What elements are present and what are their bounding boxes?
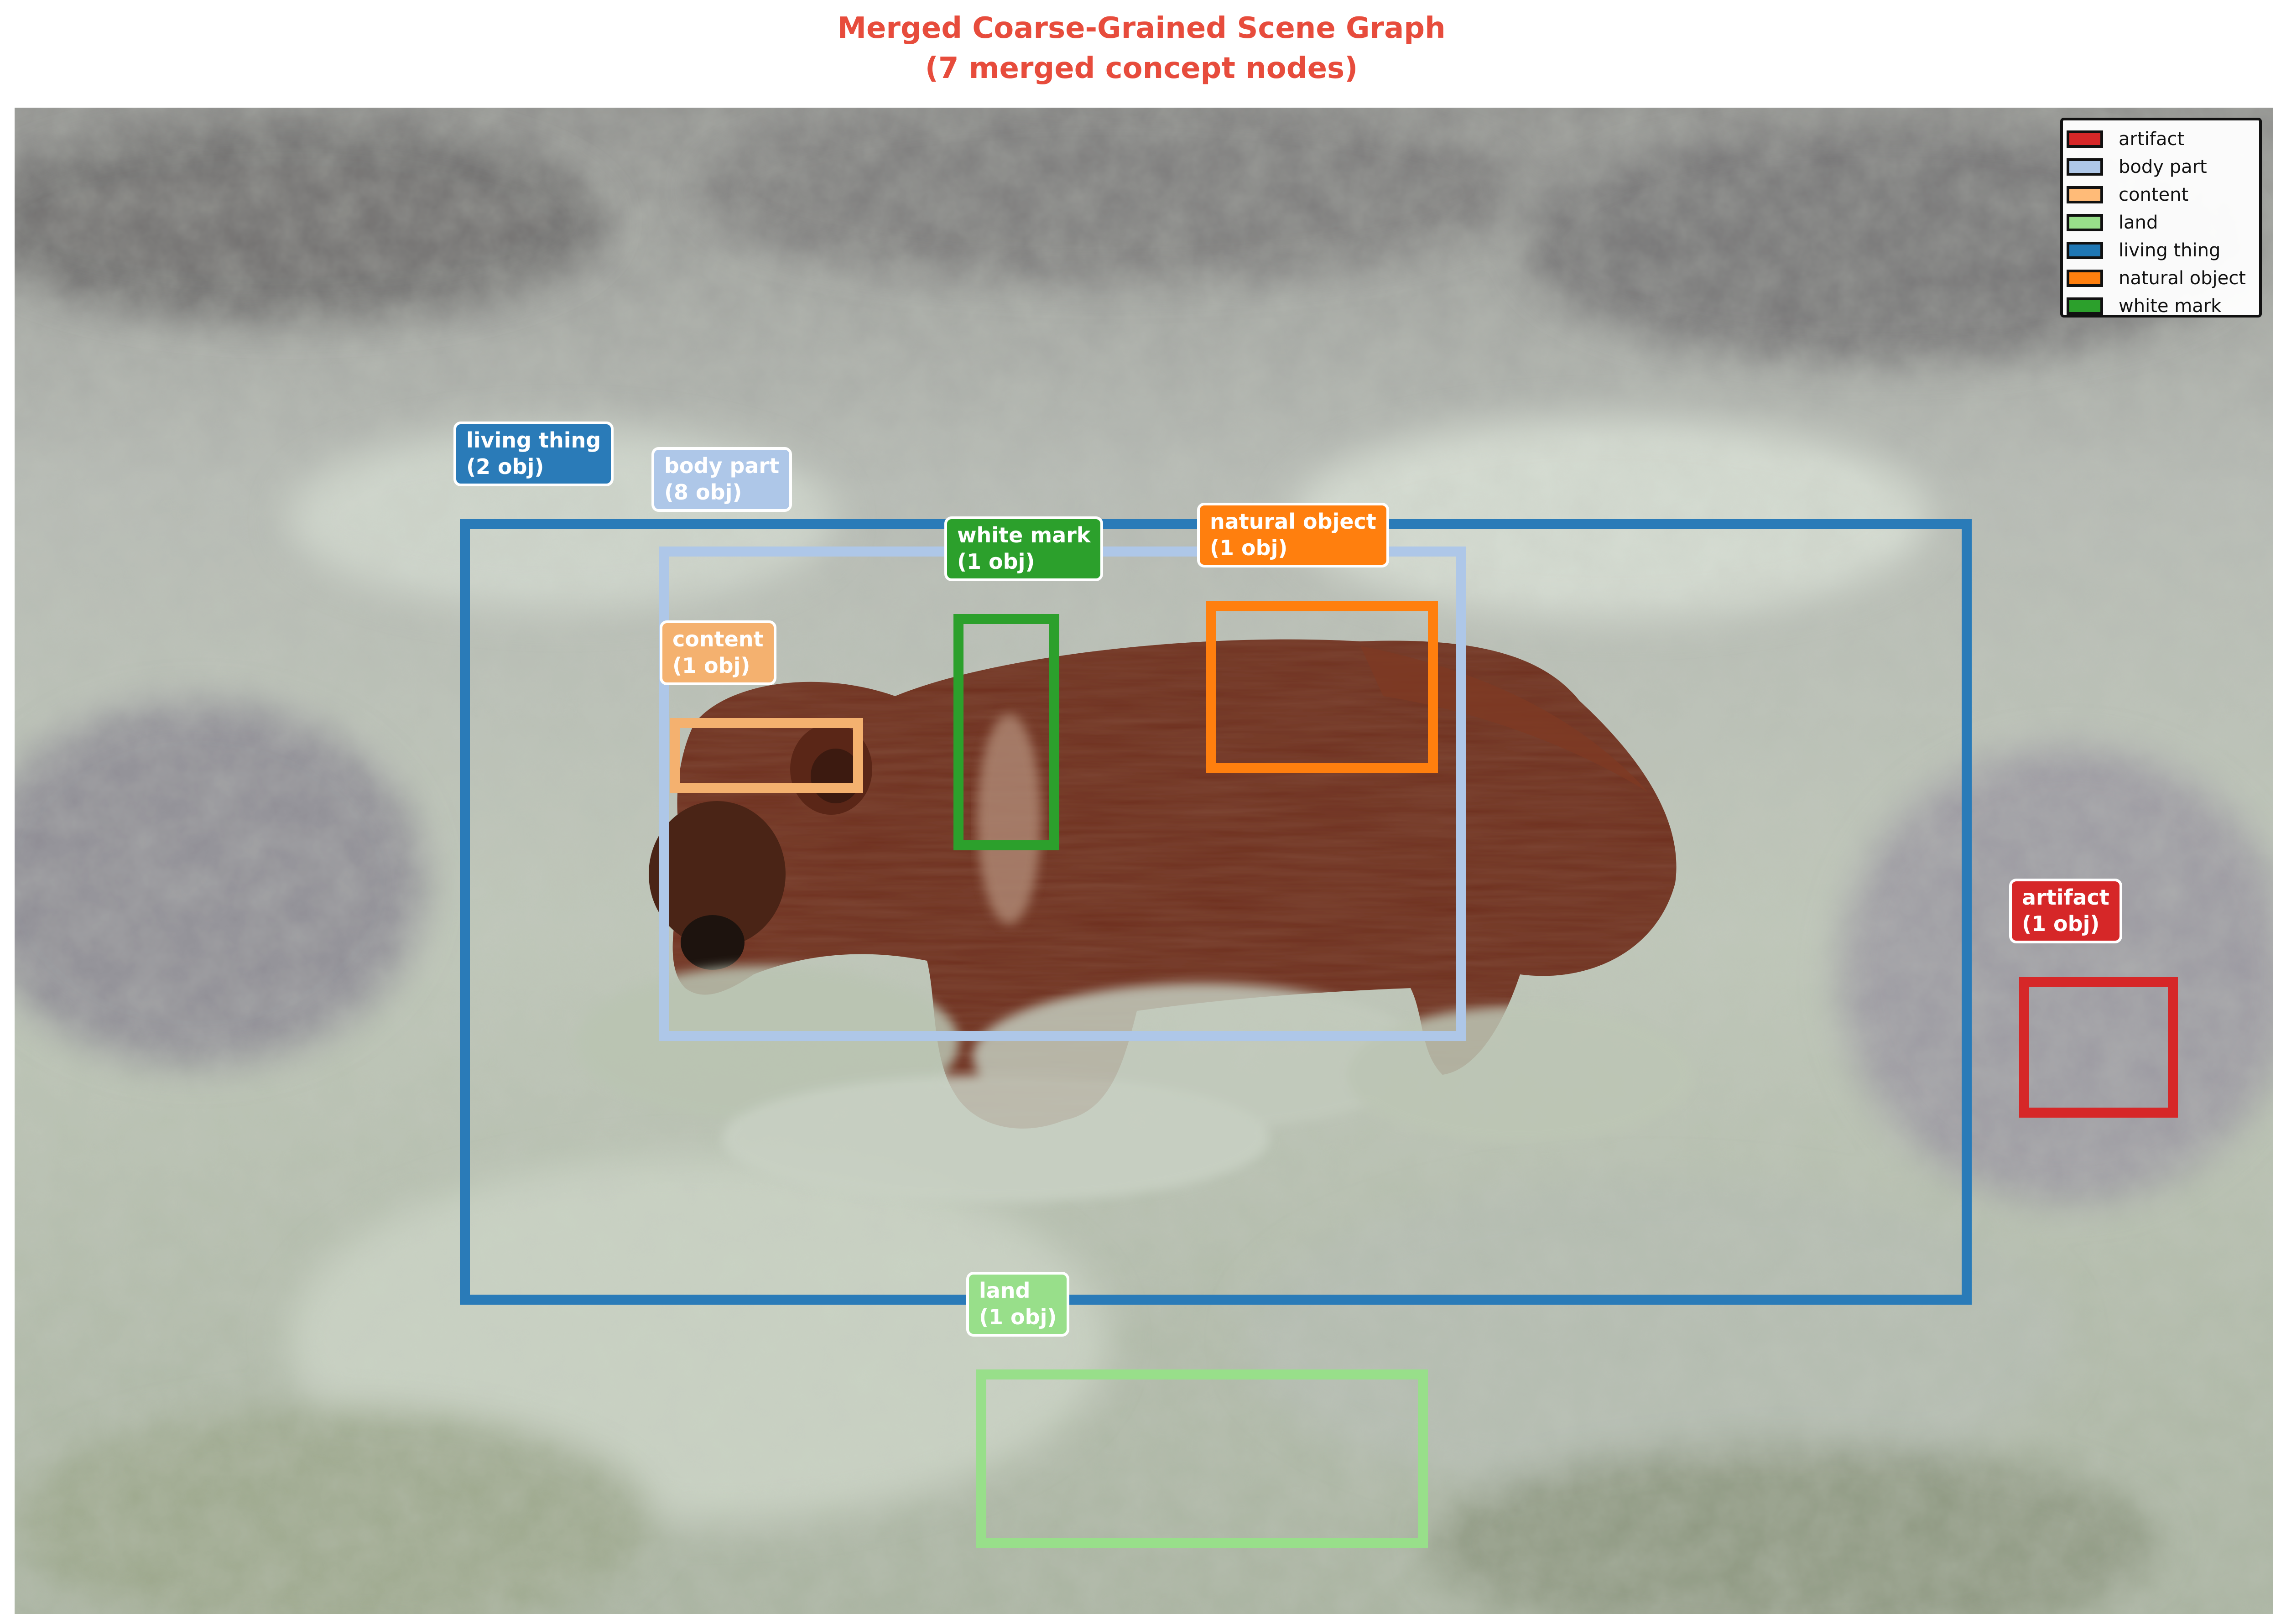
legend-item-natural-object: natural object (2067, 264, 2259, 292)
legend-swatch (2067, 214, 2103, 231)
artifact-label: artifact (1 obj) (2009, 879, 2122, 943)
label-count: (1 obj) (672, 652, 764, 679)
legend-swatch (2067, 297, 2103, 315)
legend-swatch (2067, 130, 2103, 148)
body-part-label: body part (8 obj) (651, 447, 792, 512)
label-count: (1 obj) (2022, 911, 2109, 937)
label-name: land (979, 1277, 1057, 1304)
legend-label: natural object (2119, 268, 2246, 289)
legend-swatch (2067, 158, 2103, 176)
content-label: content (1 obj) (660, 620, 776, 685)
white-mark-label: white mark (1 obj) (944, 516, 1103, 581)
label-count: (1 obj) (979, 1304, 1057, 1330)
legend-item-body-part: body part (2067, 153, 2259, 181)
legend-item-artifact: artifact (2067, 125, 2259, 153)
legend-item-content: content (2067, 181, 2259, 208)
land-box (976, 1369, 1428, 1548)
label-count: (1 obj) (957, 548, 1090, 575)
legend-label: artifact (2119, 129, 2184, 150)
legend-label: body part (2119, 156, 2207, 177)
legend: artifact body part content land living t… (2060, 118, 2262, 318)
label-count: (1 obj) (1210, 535, 1376, 561)
legend-label: living thing (2119, 240, 2220, 261)
label-name: natural object (1210, 508, 1376, 535)
legend-item-land: land (2067, 208, 2259, 236)
content-box (670, 718, 863, 793)
artifact-box (2019, 977, 2178, 1118)
label-name: content (672, 626, 764, 652)
label-name: living thing (466, 427, 601, 453)
label-name: white mark (957, 522, 1090, 548)
land-label: land (1 obj) (966, 1272, 1069, 1337)
legend-swatch (2067, 270, 2103, 287)
white-mark-box (953, 614, 1059, 850)
label-name: body part (664, 453, 779, 479)
legend-label: land (2119, 212, 2158, 233)
legend-swatch (2067, 242, 2103, 259)
legend-label: white mark (2119, 296, 2221, 317)
chart-title: Merged Coarse-Grained Scene Graph (7 mer… (0, 8, 2281, 88)
label-name: artifact (2022, 884, 2109, 911)
living-thing-label: living thing (2 obj) (453, 422, 614, 486)
label-count: (8 obj) (664, 479, 779, 505)
legend-swatch (2067, 186, 2103, 203)
legend-item-living-thing: living thing (2067, 236, 2259, 264)
legend-label: content (2119, 184, 2188, 205)
natural-object-box (1206, 601, 1438, 773)
natural-object-label: natural object (1 obj) (1197, 503, 1389, 567)
legend-item-white-mark: white mark (2067, 292, 2259, 320)
title-line-2: (7 merged concept nodes) (0, 48, 2281, 88)
label-count: (2 obj) (466, 453, 601, 480)
title-line-1: Merged Coarse-Grained Scene Graph (0, 8, 2281, 48)
